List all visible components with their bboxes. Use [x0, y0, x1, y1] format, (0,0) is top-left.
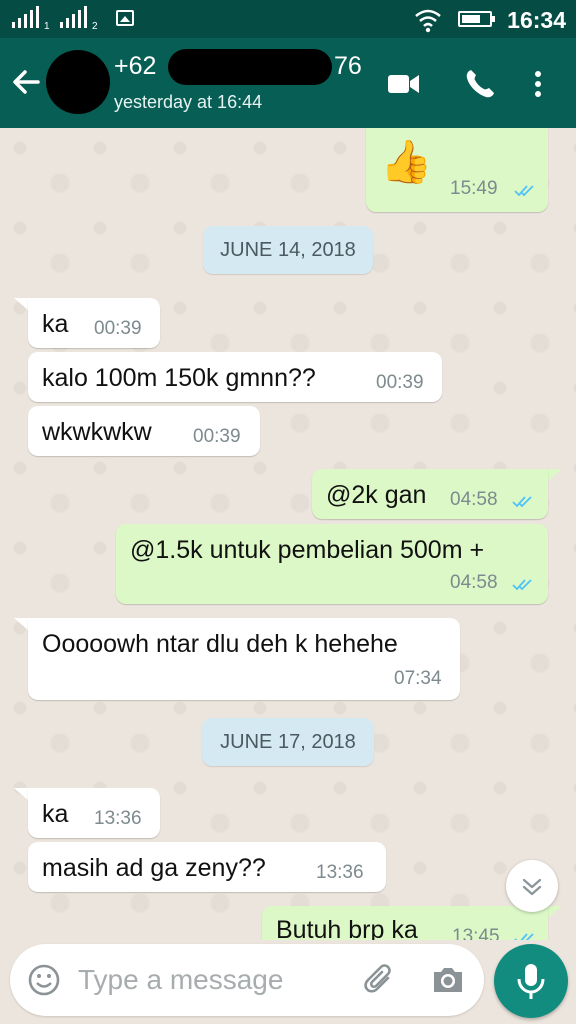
bubble-tail	[14, 788, 28, 800]
wifi-icon	[415, 9, 441, 33]
message-time: 04:58	[450, 489, 498, 510]
redaction-mark	[168, 49, 332, 85]
message-text: @1.5k untuk pembelian 500m +	[130, 536, 485, 564]
contact-name[interactable]: +62 76	[114, 52, 362, 81]
message-text: kalo 100m 150k gmnn??	[42, 364, 316, 392]
message-text: @2k gan	[326, 481, 427, 509]
image-notification-icon	[116, 10, 134, 26]
last-seen-status: yesterday at 16:44	[114, 92, 263, 112]
message-incoming[interactable]: wkwkwkw 00:39	[28, 406, 260, 456]
message-incoming[interactable]: kalo 100m 150k gmnn?? 00:39	[28, 352, 442, 402]
message-time: 00:39	[193, 426, 241, 447]
message-text: wkwkwkw	[42, 418, 152, 446]
thumbs-up-icon: 👍	[380, 138, 433, 185]
message-text: Butuh brp ka	[276, 916, 418, 940]
message-composer: Type a message	[10, 944, 484, 1016]
battery-icon	[458, 11, 495, 27]
message-text: ka	[42, 310, 69, 338]
bubble-tail	[548, 469, 562, 481]
message-outgoing[interactable]: @2k gan 04:58	[312, 469, 548, 519]
message-incoming[interactable]: masih ad ga zeny?? 13:36	[28, 842, 386, 892]
message-outgoing[interactable]: 👍 15:49	[366, 128, 548, 212]
message-time: 13:36	[94, 808, 142, 829]
message-incoming[interactable]: ka 00:39	[28, 298, 160, 348]
read-ticks-icon	[512, 579, 532, 591]
bubble-tail	[14, 618, 28, 630]
date-separator: JUNE 17, 2018	[202, 718, 374, 766]
sim1-label: 1	[44, 21, 50, 32]
scroll-down-button[interactable]	[506, 860, 558, 912]
message-time: 04:58	[450, 572, 498, 593]
status-bar: 1 2 16:34	[0, 0, 576, 38]
message-outgoing[interactable]: @1.5k untuk pembelian 500m + 04:58	[116, 524, 548, 604]
read-ticks-icon	[514, 933, 534, 940]
signal-icon-sim2	[60, 6, 87, 28]
emoji-icon[interactable]	[26, 962, 62, 998]
message-time: 13:45	[452, 926, 500, 940]
message-time: 07:34	[394, 668, 442, 689]
message-text: ka	[42, 800, 69, 828]
voice-call-icon[interactable]	[462, 66, 498, 102]
more-options-icon[interactable]	[522, 66, 558, 102]
message-text: Ooooowh ntar dlu deh k hehehe	[42, 630, 398, 658]
date-separator: JUNE 14, 2018	[203, 226, 373, 274]
status-clock: 16:34	[507, 7, 566, 33]
mic-icon	[517, 964, 545, 999]
chat-header: +62 76 yesterday at 16:44	[0, 38, 576, 128]
message-incoming[interactable]: ka 13:36	[28, 788, 160, 838]
message-time: 00:39	[376, 372, 424, 393]
attach-icon[interactable]	[362, 962, 398, 998]
camera-icon[interactable]	[430, 962, 466, 998]
message-time: 00:39	[94, 318, 142, 339]
message-time: 13:36	[316, 862, 364, 883]
message-time: 15:49	[450, 178, 498, 199]
signal-icon-sim1	[12, 6, 39, 28]
message-input[interactable]: Type a message	[78, 964, 283, 996]
bubble-tail	[14, 298, 28, 310]
read-ticks-icon	[514, 185, 534, 197]
sim2-label: 2	[92, 21, 98, 32]
message-text: masih ad ga zeny??	[42, 854, 266, 882]
message-incoming[interactable]: Ooooowh ntar dlu deh k hehehe 07:34	[28, 618, 460, 700]
scroll-down-icon	[522, 878, 542, 896]
message-list[interactable]: 👍 15:49 JUNE 14, 2018 ka 00:39 kalo 100m…	[0, 128, 576, 940]
contact-avatar[interactable]	[46, 50, 110, 114]
voice-record-button[interactable]	[494, 944, 568, 1018]
video-call-icon[interactable]	[386, 66, 422, 102]
read-ticks-icon	[512, 496, 532, 508]
contact-name-suffix: 76	[334, 52, 362, 80]
back-arrow-icon[interactable]	[10, 64, 42, 100]
contact-name-prefix: +62	[114, 52, 157, 80]
